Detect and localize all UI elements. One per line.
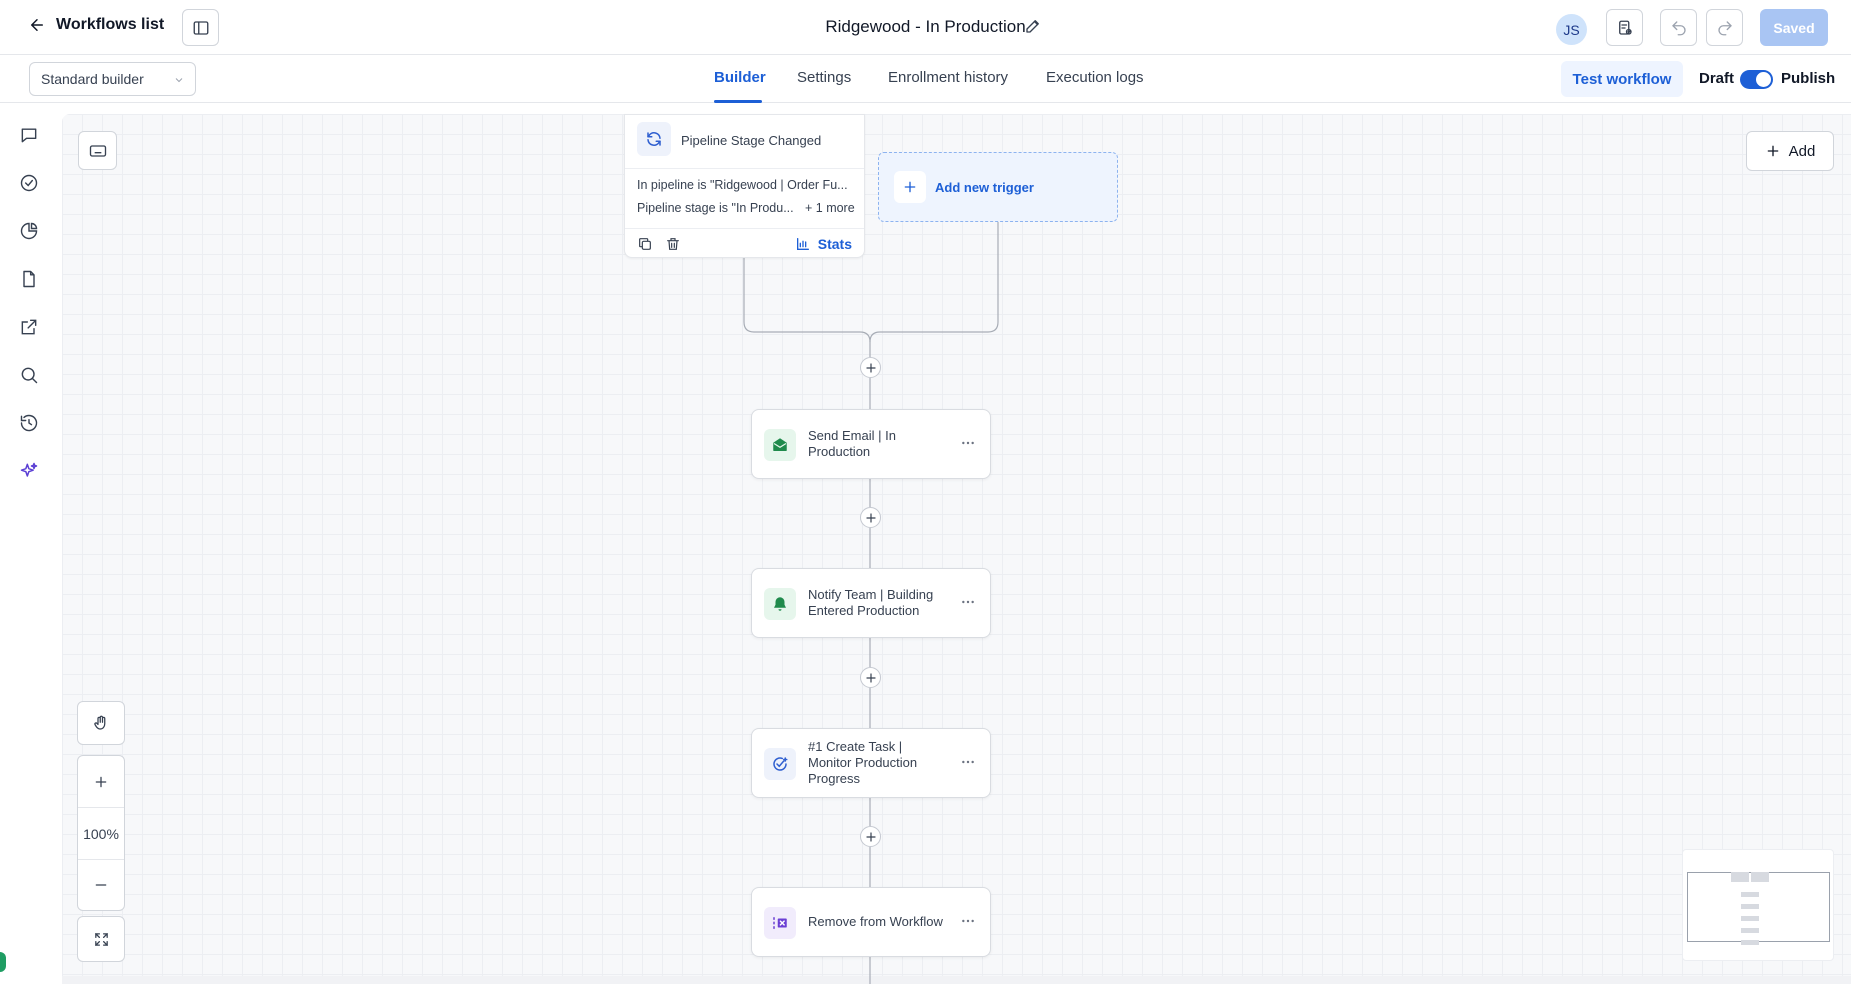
plus-icon bbox=[865, 672, 876, 683]
envelope-icon bbox=[764, 429, 796, 461]
bell-icon bbox=[764, 588, 796, 620]
add-step-button[interactable] bbox=[860, 667, 881, 688]
more-options-icon[interactable] bbox=[960, 913, 976, 929]
trigger-condition-pipeline: In pipeline is "Ridgewood | Order Fu... bbox=[637, 178, 848, 192]
help-widget-edge[interactable] bbox=[0, 952, 6, 972]
add-step-button[interactable] bbox=[860, 826, 881, 847]
bar-chart-icon bbox=[796, 238, 809, 250]
action-node-create-task[interactable]: #1 Create Task | Monitor Production Prog… bbox=[751, 728, 991, 798]
refresh-icon bbox=[637, 122, 671, 156]
action-label: Notify Team | Building Entered Productio… bbox=[808, 587, 934, 618]
more-options-icon[interactable] bbox=[960, 594, 976, 610]
keyboard-icon bbox=[89, 144, 106, 157]
action-label: Remove from Workflow bbox=[808, 914, 943, 929]
plus-icon bbox=[894, 171, 926, 203]
connector-lines bbox=[743, 222, 999, 984]
zoom-level-value: 100% bbox=[83, 825, 119, 842]
fullscreen-icon bbox=[94, 932, 108, 946]
trigger-condition-stage: Pipeline stage is "In Produ... bbox=[637, 201, 794, 215]
more-options-icon[interactable] bbox=[960, 435, 976, 451]
add-button[interactable]: Add bbox=[1746, 131, 1834, 171]
zoom-level: 100% bbox=[78, 808, 124, 859]
zoom-out-button[interactable] bbox=[78, 860, 124, 910]
more-conditions-link[interactable]: + 1 more bbox=[805, 201, 855, 215]
keyboard-shortcuts-button[interactable] bbox=[78, 131, 117, 170]
pan-tool-button[interactable] bbox=[77, 701, 125, 745]
action-label: Send Email | In Production bbox=[808, 428, 896, 459]
add-label: Add bbox=[1788, 142, 1816, 160]
fit-view-button[interactable] bbox=[77, 916, 125, 962]
trash-icon[interactable] bbox=[665, 236, 681, 252]
add-step-button[interactable] bbox=[860, 357, 881, 378]
minimap-node bbox=[1731, 872, 1749, 882]
trigger-header: Pipeline Stage Changed bbox=[625, 115, 864, 169]
minimap-node bbox=[1741, 940, 1759, 945]
trigger-title: Pipeline Stage Changed bbox=[681, 133, 822, 148]
add-new-trigger-label: Add new trigger bbox=[935, 180, 1034, 195]
action-node-send-email[interactable]: Send Email | In Production bbox=[751, 409, 991, 479]
plus-icon bbox=[1767, 145, 1778, 157]
action-node-notify-team[interactable]: Notify Team | Building Entered Productio… bbox=[751, 568, 991, 638]
plus-icon bbox=[865, 362, 876, 373]
plus-icon bbox=[865, 512, 876, 523]
add-new-trigger-button[interactable]: Add new trigger bbox=[878, 152, 1118, 222]
zoom-in-button[interactable] bbox=[78, 756, 124, 807]
hand-icon bbox=[94, 715, 106, 730]
zoom-controls: 100% bbox=[77, 755, 125, 911]
stats-button[interactable]: Stats bbox=[795, 236, 852, 252]
more-options-icon[interactable] bbox=[960, 754, 976, 770]
minimap-node bbox=[1741, 928, 1759, 933]
minimap-node bbox=[1741, 916, 1759, 921]
minimap-node bbox=[1741, 904, 1759, 909]
remove-list-icon bbox=[764, 907, 796, 939]
trigger-footer: Stats bbox=[625, 228, 864, 258]
trigger-card[interactable]: Pipeline Stage Changed In pipeline is "R… bbox=[624, 114, 865, 258]
task-check-icon bbox=[764, 748, 796, 780]
action-label: #1 Create Task | Monitor Production Prog… bbox=[808, 739, 918, 786]
minus-icon bbox=[95, 884, 107, 886]
add-step-button[interactable] bbox=[860, 507, 881, 528]
plus-icon bbox=[865, 831, 876, 842]
copy-icon[interactable] bbox=[637, 236, 653, 252]
minimap-node bbox=[1741, 892, 1759, 897]
plus-icon bbox=[95, 776, 107, 787]
action-node-remove-from-workflow[interactable]: Remove from Workflow bbox=[751, 887, 991, 957]
minimap-node bbox=[1751, 872, 1769, 882]
stats-label: Stats bbox=[817, 236, 852, 252]
canvas-minimap[interactable] bbox=[1682, 849, 1834, 961]
